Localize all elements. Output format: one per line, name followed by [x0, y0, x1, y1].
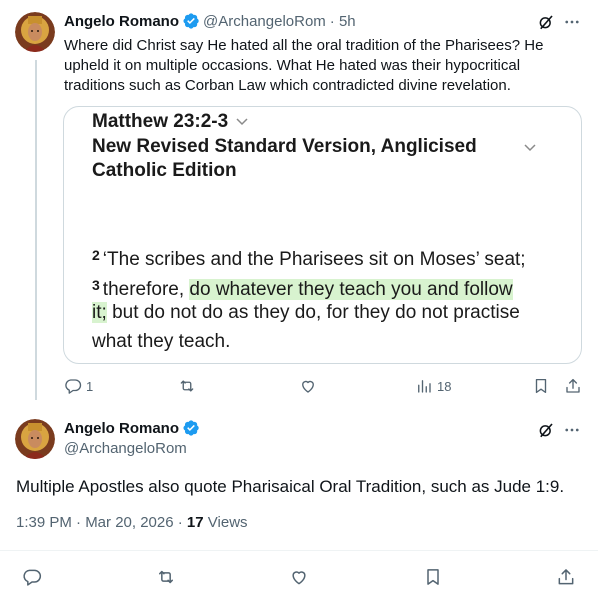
- more-icon[interactable]: [562, 12, 582, 32]
- like-icon: [292, 571, 306, 585]
- retweet-icon: [180, 380, 194, 392]
- share-icon: [566, 378, 580, 393]
- grok-icon[interactable]: [536, 420, 556, 440]
- retweet-button[interactable]: [178, 377, 196, 395]
- share-icon: [558, 569, 574, 585]
- tweet-actions: 1 18: [64, 376, 584, 396]
- bible-version: New Revised Standard Version, Anglicised…: [92, 136, 477, 181]
- verse-line: 2 ‘The scribes and the Pharisees sit on M…: [92, 243, 572, 272]
- grok-icon[interactable]: [536, 12, 556, 32]
- author-handle[interactable]: @ArchangeloRom: [64, 440, 187, 457]
- post-time[interactable]: · 5h: [330, 13, 356, 30]
- tweet-header: Angelo Romano: [64, 419, 203, 437]
- share-button[interactable]: [564, 377, 582, 395]
- avatar-image: [15, 419, 55, 459]
- verified-badge-icon: [182, 419, 200, 437]
- verse-text: ‘The scribes and the Pharisees sit on Mo…: [102, 249, 526, 270]
- tweet-meta: 1:39 PM · Mar 20, 2026 · 17 Views: [16, 514, 248, 531]
- retweet-icon: [159, 570, 173, 584]
- reply-button[interactable]: 1: [64, 377, 93, 395]
- like-button[interactable]: [299, 377, 317, 395]
- reply-button[interactable]: [22, 567, 42, 587]
- media-image-card[interactable]: Matthew 23:2-3 New Revised Standard Vers…: [63, 106, 582, 364]
- views-icon: [418, 380, 431, 393]
- thread-connector: [35, 60, 37, 400]
- reply-count: 1: [86, 378, 94, 394]
- reply-icon: [23, 569, 42, 586]
- bookmark-icon: [427, 569, 439, 585]
- verse-number: 2: [92, 247, 100, 263]
- tweet-handle-row: @ArchangeloRom: [64, 440, 187, 457]
- verse-number: 3: [92, 277, 100, 293]
- chevron-down-icon: [234, 113, 250, 134]
- author-name[interactable]: Angelo Romano: [64, 13, 179, 30]
- highlighted-text: do whatever they teach you and follow: [189, 279, 513, 300]
- author-handle[interactable]: @ArchangeloRom: [203, 13, 326, 30]
- verse-text: but do not do as they do, for they do no…: [112, 302, 520, 323]
- reply-icon: [65, 379, 82, 394]
- share-button[interactable]: [556, 567, 576, 587]
- like-button[interactable]: [289, 567, 309, 587]
- verse-line: what they teach.: [92, 330, 572, 354]
- tweet-header: Angelo Romano @ArchangeloRom · 5h: [64, 12, 356, 30]
- views-button[interactable]: 18: [415, 377, 451, 395]
- avatar[interactable]: [15, 12, 55, 52]
- verified-badge-icon: [182, 12, 200, 30]
- chevron-down-icon: [522, 139, 538, 160]
- verse-reference: Matthew 23:2-3: [92, 111, 229, 132]
- more-icon[interactable]: [562, 420, 582, 440]
- views-count: 18: [437, 378, 452, 394]
- highlighted-text: it;: [92, 302, 107, 323]
- tweet-actions: [22, 566, 582, 588]
- views-count: 17: [186, 514, 204, 531]
- verse-text: what they teach.: [92, 331, 231, 352]
- avatar-image: [15, 12, 55, 52]
- like-icon: [302, 380, 314, 393]
- verse-text: therefore,: [102, 279, 185, 300]
- post-timestamp[interactable]: 1:39 PM · Mar 20, 2026 ·: [16, 514, 183, 531]
- author-name[interactable]: Angelo Romano: [64, 420, 179, 437]
- tweet-text: Where did Christ say He hated all the or…: [64, 37, 544, 94]
- tweet-text: Multiple Apostles also quote Pharisaical…: [16, 477, 565, 496]
- bookmark-icon: [535, 378, 547, 394]
- divider: [0, 550, 598, 551]
- avatar[interactable]: [15, 419, 55, 459]
- verse-line: 3 therefore, do whatever they teach you a…: [92, 273, 572, 302]
- bookmark-button[interactable]: [532, 377, 550, 395]
- views-label: Views: [207, 514, 248, 531]
- retweet-button[interactable]: [156, 567, 176, 587]
- verse-line: it; but do not do as they do, for they d…: [92, 301, 572, 325]
- bookmark-button[interactable]: [423, 567, 443, 587]
